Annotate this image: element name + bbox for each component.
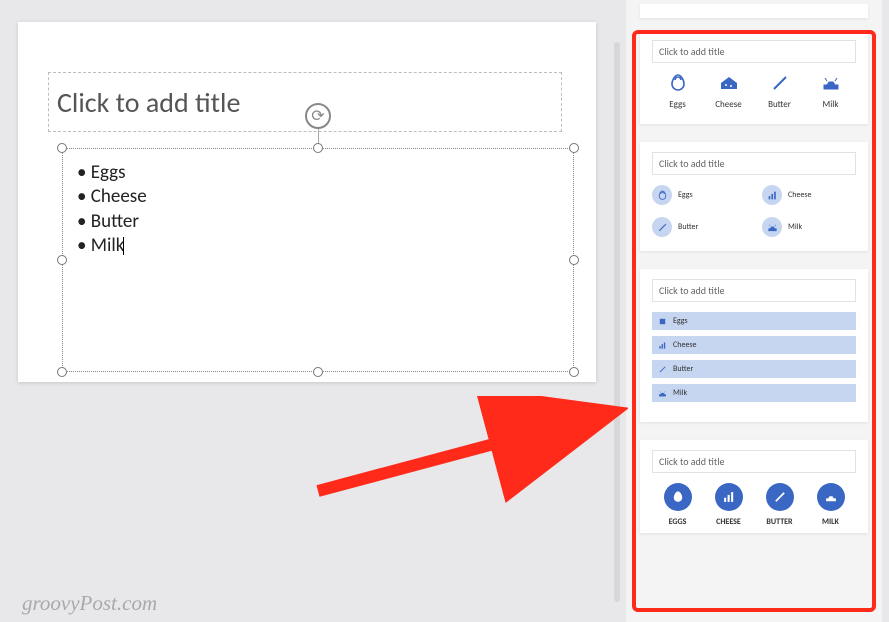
idea-item: Butter [758,73,802,110]
design-idea-card[interactable]: Click to add title Eggs Cheese Butter Mi… [640,30,868,124]
resize-handle[interactable] [57,143,67,153]
bullet-item: Eggs [77,161,559,185]
idea-item: MILK [809,483,853,527]
design-ideas-panel: Click to add title Eggs Cheese Butter Mi… [626,0,882,622]
slash-icon [652,217,672,237]
idea-item-label: Milk [788,222,802,232]
resize-handle[interactable] [313,367,323,377]
idea-bar-item: Cheese [652,336,856,354]
idea-item-label: MILK [809,517,853,527]
slide-canvas[interactable]: Click to add title Eggs Cheese Butter Mi… [18,22,596,382]
idea-bar-item: Eggs [652,312,856,330]
bullet-list[interactable]: Eggs Cheese Butter Milk [63,149,573,270]
idea-item-label: Eggs [673,316,688,326]
design-idea-card[interactable]: Click to add title Eggs Cheese Butter Mi… [640,269,868,422]
resize-handle[interactable] [57,367,67,377]
resize-handle[interactable] [569,255,579,265]
idea-title-placeholder: Click to add title [652,152,856,175]
idea-item: BUTTER [758,483,802,527]
slash-icon [658,365,667,374]
resize-handle[interactable] [569,143,579,153]
idea-bar-item: Butter [652,360,856,378]
chart-icon [658,341,667,350]
resize-handle[interactable] [569,367,579,377]
title-placeholder-text: Click to add title [57,85,240,120]
design-idea-card[interactable]: Click to add title EGGS CHEESE BUTTER MI… [640,440,868,533]
egg-icon [664,483,692,511]
square-icon [658,317,667,326]
watermark-text: groovyPost.com [22,591,157,616]
idea-item: EGGS [656,483,700,527]
idea-item: Cheese [707,73,751,110]
idea-title-placeholder: Click to add title [652,450,856,473]
idea-item-label: Cheese [673,340,697,350]
idea-item-label: CHEESE [707,517,751,527]
idea-item: Milk [762,217,856,237]
bullet-item: Butter [77,210,559,234]
idea-item-label: BUTTER [758,517,802,527]
title-placeholder-box[interactable]: Click to add title [48,72,562,132]
idea-item: Butter [652,217,746,237]
egg-icon [668,73,688,93]
rotate-handle-icon[interactable] [305,103,331,129]
cow-icon [762,217,782,237]
idea-item: Milk [809,73,853,110]
text-cursor [123,237,124,255]
cow-icon [658,389,667,398]
idea-item: Eggs [656,73,700,110]
idea-bar-item: Milk [652,384,856,402]
idea-item-label: EGGS [656,517,700,527]
cow-icon [821,73,841,93]
idea-item-label: Cheese [788,190,812,200]
idea-item-label: Butter [673,364,693,374]
slide-editor-workspace: Click to add title Eggs Cheese Butter Mi… [0,0,612,622]
idea-item-label: Butter [678,222,698,232]
cow-icon [817,483,845,511]
idea-item-label: Cheese [707,99,751,110]
idea-item-label: Milk [673,388,687,398]
resize-handle[interactable] [313,143,323,153]
idea-item: Cheese [762,185,856,205]
idea-item-label: Milk [809,99,853,110]
design-idea-card[interactable]: Click to add title Eggs Cheese Butter Mi… [640,142,868,251]
cheese-icon [719,73,739,93]
idea-title-placeholder: Click to add title [652,40,856,63]
design-idea-card-partial[interactable] [640,4,868,18]
bullet-item: Milk [77,234,559,258]
design-panel-scrollbar[interactable] [614,42,620,602]
content-text-box[interactable]: Eggs Cheese Butter Milk [62,148,574,372]
idea-item-label: Butter [758,99,802,110]
idea-item: Eggs [652,185,746,205]
butter-icon [770,73,790,93]
chart-icon [715,483,743,511]
resize-handle[interactable] [57,255,67,265]
idea-item-label: Eggs [656,99,700,110]
chart-icon [762,185,782,205]
bullet-item: Cheese [77,185,559,209]
idea-item: CHEESE [707,483,751,527]
idea-item-label: Eggs [678,190,693,200]
egg-icon [652,185,672,205]
slash-icon [766,483,794,511]
idea-title-placeholder: Click to add title [652,279,856,302]
